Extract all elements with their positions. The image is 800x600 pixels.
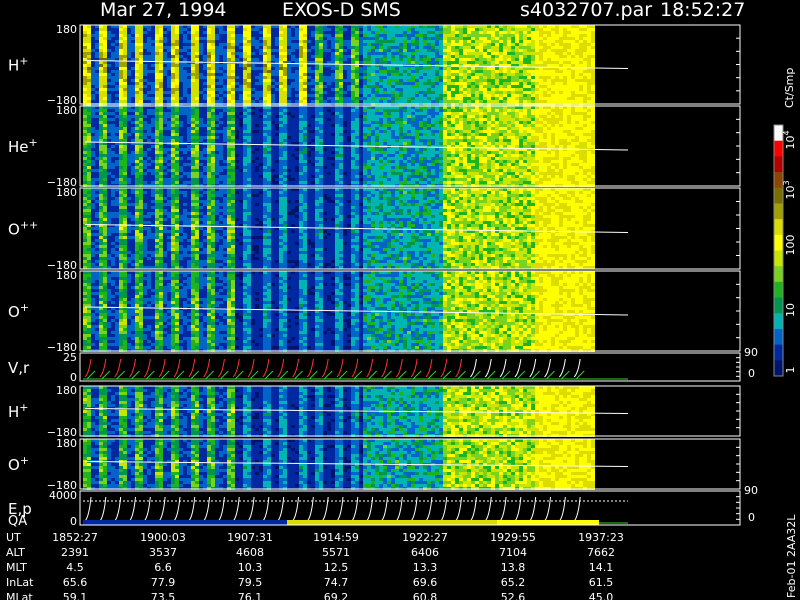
right-top-tick-label: 90 xyxy=(744,484,758,497)
ephemeris-value: 65.2 xyxy=(501,576,526,589)
colorbar-swatch xyxy=(774,313,783,330)
colorbar-swatch xyxy=(774,156,783,173)
ephemeris-value: 4608 xyxy=(236,546,264,559)
colorbar-swatch xyxy=(774,266,783,283)
right-bottom-tick-label: 0 xyxy=(748,511,755,524)
colorbar-swatch xyxy=(774,187,783,204)
ephemeris-value: 65.6 xyxy=(63,576,88,589)
spectrogram-panel-6 xyxy=(83,439,629,490)
colorbar-swatch xyxy=(774,219,783,236)
ephemeris-row-label: UT xyxy=(6,531,21,544)
panel-label-superscript: + xyxy=(19,401,28,414)
panel-label-superscript: + xyxy=(19,55,28,68)
ephemeris-value: 61.5 xyxy=(589,576,614,589)
panel-label-superscript: ++ xyxy=(20,219,38,232)
ephemeris-row-label: InLat xyxy=(6,576,34,589)
colorbar-tick-exponent: 3 xyxy=(782,180,791,185)
ephemeris-value: 7104 xyxy=(499,546,527,559)
panel-top-tick-label: 4000 xyxy=(49,489,77,502)
colorbar-swatch xyxy=(774,328,783,346)
panel-label-superscript: + xyxy=(29,136,38,149)
ephemeris-value: 1907:31 xyxy=(227,531,273,544)
panel-label-superscript: + xyxy=(20,454,29,467)
ephemeris-value: 1929:55 xyxy=(490,531,536,544)
colorbar-swatch xyxy=(774,234,783,251)
ephemeris-value: 45.0 xyxy=(589,591,614,600)
colorbar-tick-exponent: 4 xyxy=(782,130,791,135)
ephemeris-value: 10.3 xyxy=(238,561,263,574)
ephemeris-value: 69.2 xyxy=(324,591,349,600)
ephemeris-value: 5571 xyxy=(322,546,350,559)
ephemeris-value: 1852:27 xyxy=(52,531,98,544)
ephemeris-value: 6.6 xyxy=(154,561,172,574)
panels-layer xyxy=(83,25,629,525)
spectrogram-panel-0 xyxy=(83,25,629,106)
ephemeris-value: 69.6 xyxy=(413,576,438,589)
right-bottom-tick-label: 0 xyxy=(748,367,755,380)
colorbar-swatch xyxy=(774,203,783,220)
panel-label-secondary: QA xyxy=(8,514,27,529)
colorbar-swatch xyxy=(774,344,783,361)
panel-top-tick-label: 180 xyxy=(56,186,77,199)
sms-spectrogram-figure: Mar 27, 1994 EXOS-D SMS s4032707.par 18:… xyxy=(0,0,800,600)
ephemeris-row-label: MLat xyxy=(6,591,33,600)
panel-top-tick-label: 180 xyxy=(56,269,77,282)
ephemeris-value: 13.3 xyxy=(413,561,438,574)
colorbar-tick-label: 10 xyxy=(784,303,797,317)
panel-top-tick-label: 180 xyxy=(56,437,77,450)
colorbar-tick-label: 100 xyxy=(784,235,797,256)
ephemeris-value: 1900:03 xyxy=(140,531,186,544)
ephemeris-value: 74.7 xyxy=(324,576,349,589)
ephemeris-row-label: MLT xyxy=(6,561,27,574)
ephemeris-value: 7662 xyxy=(587,546,615,559)
colorbar-swatch xyxy=(774,281,783,299)
ephemeris-value: 59.1 xyxy=(63,591,88,600)
spectrogram-panel-3 xyxy=(83,271,629,352)
ephemeris-value: 13.8 xyxy=(501,561,526,574)
ephemeris-value: 1937:23 xyxy=(578,531,624,544)
colorbar-swatch xyxy=(774,360,783,377)
spectrogram-panel-2 xyxy=(83,188,629,269)
ephemeris-row-label: ALT xyxy=(6,546,25,559)
panel-top-tick-label: 25 xyxy=(63,351,77,364)
ephemeris-value: 2391 xyxy=(61,546,89,559)
ephemeris-value: 3537 xyxy=(149,546,177,559)
right-top-tick-label: 90 xyxy=(744,346,758,359)
side-label: Feb-01 2AA32L xyxy=(785,514,798,598)
panel-bottom-tick-label: 0 xyxy=(70,515,77,528)
ephemeris-value: 4.5 xyxy=(66,561,84,574)
panel-top-tick-label: 180 xyxy=(56,23,77,36)
ephemeris-value: 6406 xyxy=(411,546,439,559)
colorbar-tick-label: 1 xyxy=(784,367,797,374)
header-file: s4032707.par xyxy=(520,0,652,21)
panel-top-tick-label: 180 xyxy=(56,104,77,117)
ephemeris-value: 79.5 xyxy=(238,576,263,589)
ephemeris-value: 76.1 xyxy=(238,591,263,600)
ephemeris-value: 73.5 xyxy=(151,591,176,600)
colorbar-swatch xyxy=(774,140,783,157)
colorbar-unit-label: Ct/Smp xyxy=(783,68,796,108)
panel-label: V,r xyxy=(8,359,30,377)
spectrogram-panel-1 xyxy=(83,106,629,187)
header-time: 18:52:27 xyxy=(660,0,745,21)
ephemeris-value: 12.5 xyxy=(324,561,349,574)
panel-top-tick-label: 180 xyxy=(56,384,77,397)
panel-bottom-tick-label: 0 xyxy=(70,371,77,384)
header-date: Mar 27, 1994 xyxy=(100,0,227,21)
ephemeris-value: 14.1 xyxy=(589,561,614,574)
header-instrument: EXOS-D SMS xyxy=(282,0,401,21)
colorbar-swatch xyxy=(774,250,783,267)
panel-label-superscript: + xyxy=(20,301,29,314)
ephemeris-value: 52.6 xyxy=(501,591,526,600)
ephemeris-value: 1922:27 xyxy=(402,531,448,544)
ephemeris-value: 60.8 xyxy=(413,591,438,600)
colorbar-swatch xyxy=(774,297,783,314)
spectrogram-panel-5 xyxy=(83,386,629,437)
ephemeris-value: 1914:59 xyxy=(313,531,359,544)
ephemeris-value: 77.9 xyxy=(151,576,176,589)
